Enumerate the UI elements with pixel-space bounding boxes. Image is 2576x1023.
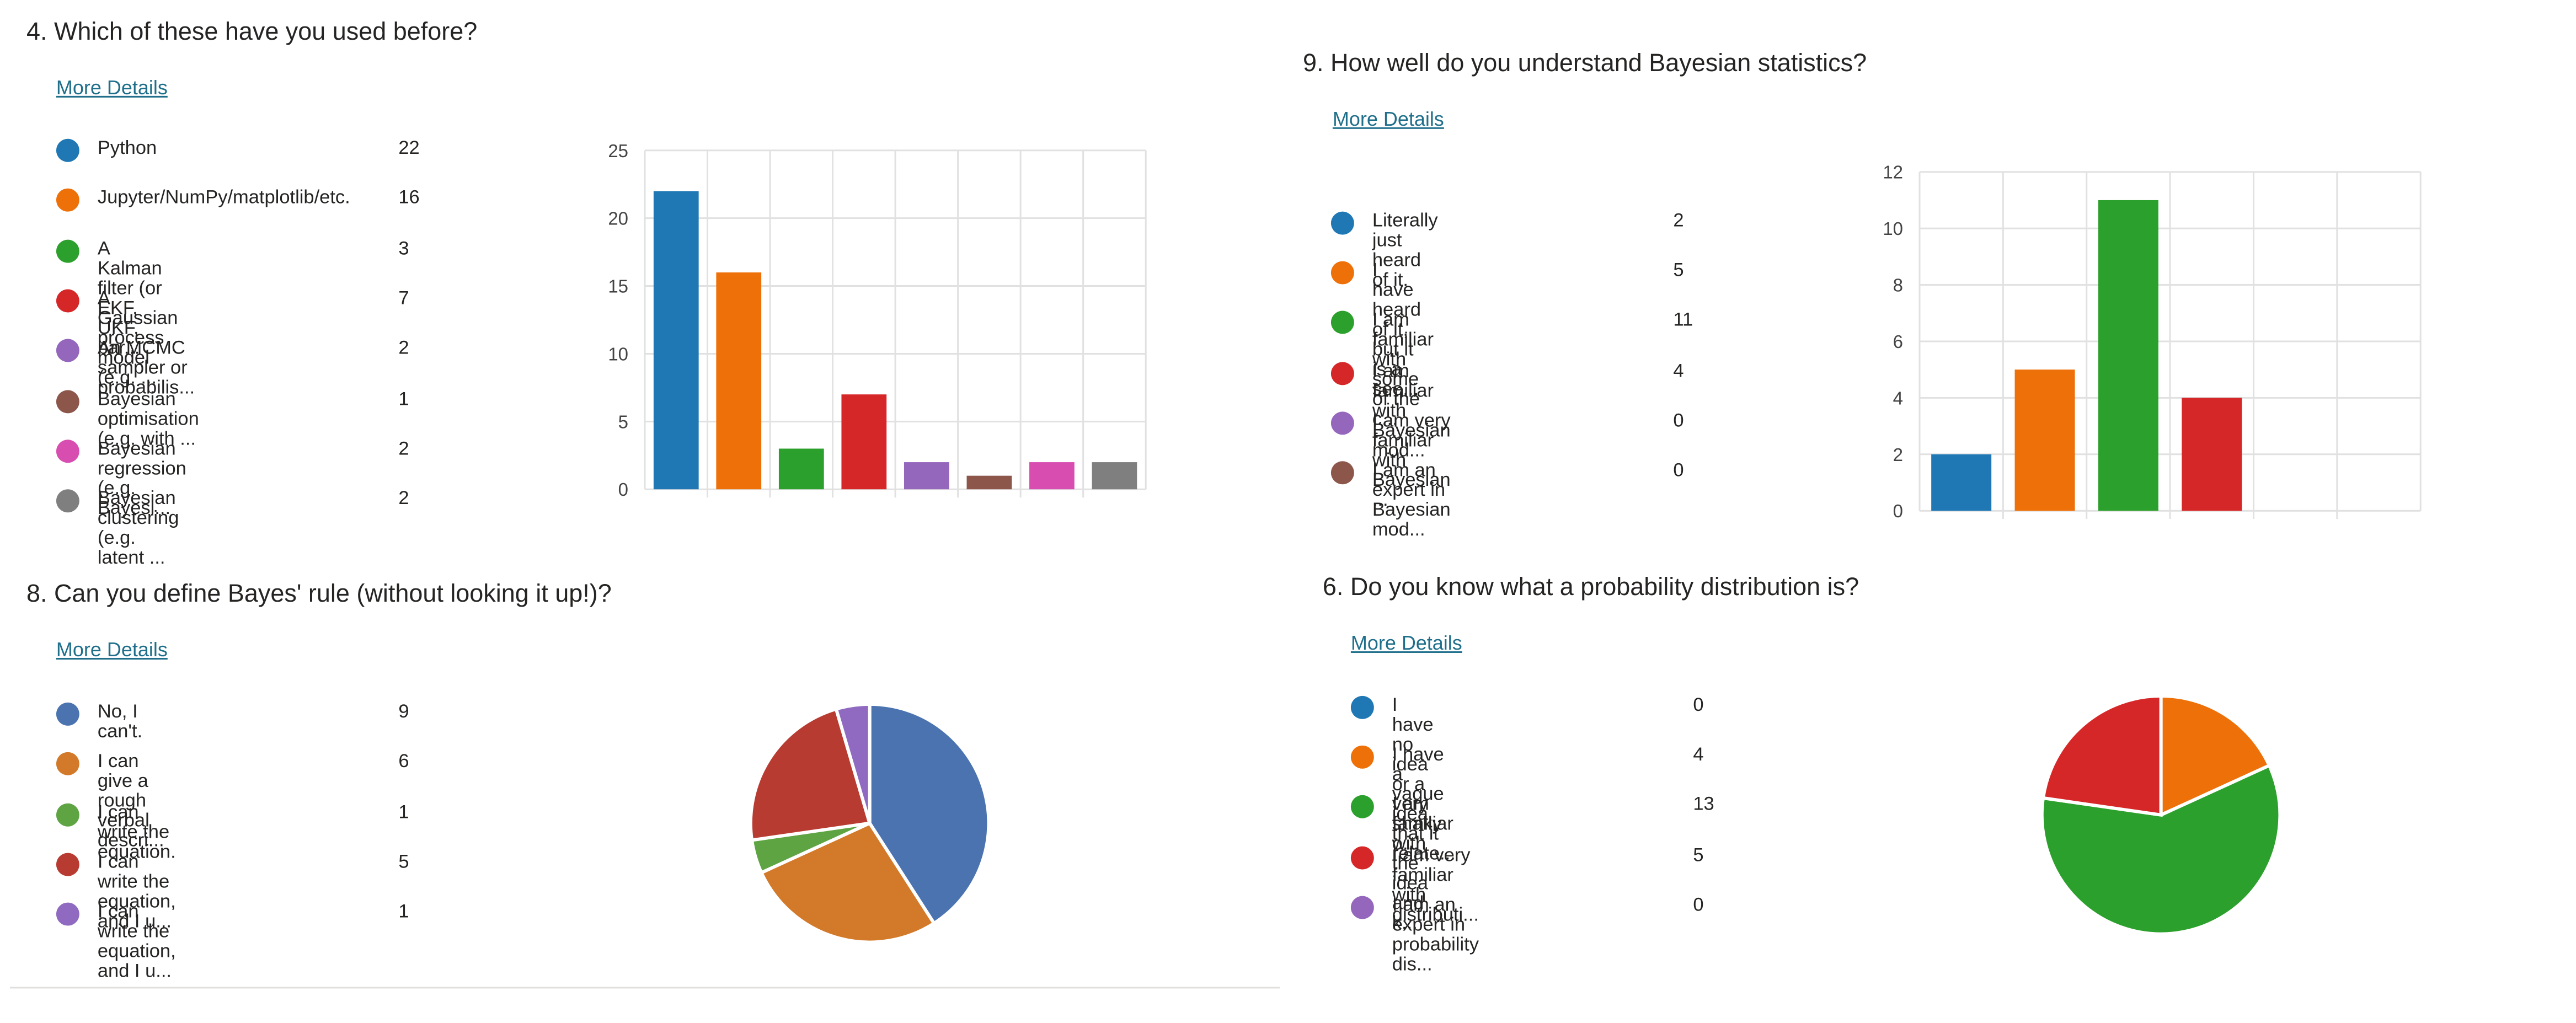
y-tick-label: 0: [618, 479, 628, 500]
legend-swatch: [1350, 746, 1374, 769]
legend-swatch: [56, 853, 79, 876]
legend-label: Bayesian clustering (e.g. latent ...: [97, 489, 179, 569]
legend-count: 0: [1673, 411, 1684, 431]
y-tick-label: 0: [1893, 501, 1903, 521]
legend-count: 2: [398, 439, 409, 459]
legend-swatch: [1330, 211, 1354, 235]
bar[interactable]: [2098, 200, 2158, 511]
legend-swatch: [56, 489, 79, 513]
legend-count: 9: [398, 702, 409, 722]
bar[interactable]: [1029, 462, 1075, 490]
question-6-title: 6. Do you know what a probability distri…: [1322, 574, 1859, 602]
legend-swatch: [1330, 411, 1354, 435]
legend-swatch: [56, 138, 79, 162]
bar[interactable]: [966, 475, 1012, 490]
legend-swatch: [56, 389, 79, 413]
legend-count: 0: [1673, 461, 1684, 481]
legend-swatch: [56, 752, 79, 776]
legend-label: Python: [97, 138, 157, 159]
bar[interactable]: [904, 462, 949, 490]
legend-count: 16: [398, 189, 420, 209]
legend-label: I can write the equation, and I u...: [97, 903, 176, 983]
y-tick-label: 10: [608, 344, 628, 364]
legend-label: I am an expert in probability dis...: [1392, 895, 1479, 975]
legend-count: 4: [1693, 746, 1704, 766]
legend-count: 22: [398, 138, 420, 159]
section-divider: [9, 987, 1280, 989]
legend-swatch: [1330, 311, 1354, 335]
legend-count: 3: [398, 239, 409, 259]
question-4-bar-chart: 0 5 10 15 20 25: [608, 141, 1147, 500]
legend-swatch: [56, 339, 79, 362]
legend-count: 5: [398, 853, 409, 873]
question-4-title: 4. Which of these have you used before?: [26, 18, 478, 46]
legend-count: 7: [398, 289, 409, 309]
bar[interactable]: [2014, 369, 2075, 511]
legend-count: 5: [1673, 261, 1684, 282]
legend-swatch: [56, 702, 79, 726]
legend-swatch: [1330, 261, 1354, 285]
legend-count: 1: [398, 903, 409, 923]
legend-count: 6: [398, 752, 409, 773]
legend-count: 13: [1693, 795, 1714, 816]
bar[interactable]: [653, 191, 699, 490]
legend-count: 0: [1693, 695, 1704, 716]
legend-swatch: [56, 802, 79, 826]
legend-count: 2: [1673, 211, 1684, 232]
question-6-pie-chart: [2040, 694, 2282, 936]
pie-slice[interactable]: [2041, 694, 2163, 817]
legend-swatch: [1330, 361, 1354, 385]
legend-label: No, I can't.: [97, 702, 143, 742]
bar[interactable]: [841, 394, 887, 490]
y-tick-label: 12: [1883, 162, 1903, 183]
y-tick-label: 8: [1893, 275, 1903, 296]
y-tick-label: 6: [1893, 331, 1903, 352]
question-8-title: 8. Can you define Bayes' rule (without l…: [26, 580, 612, 609]
legend-count: 1: [398, 389, 409, 409]
question-8-pie-chart: [749, 702, 991, 944]
y-tick-label: 15: [608, 276, 628, 297]
legend-count: 2: [398, 339, 409, 359]
legend-swatch: [56, 439, 79, 463]
bar[interactable]: [1092, 462, 1137, 490]
legend-swatch: [1350, 895, 1374, 919]
legend-swatch: [1350, 845, 1374, 869]
y-tick-label: 5: [618, 411, 628, 432]
y-tick-label: 25: [608, 141, 628, 161]
bar[interactable]: [716, 272, 762, 490]
bar[interactable]: [2182, 398, 2242, 511]
legend-count: 2: [398, 489, 409, 510]
question-9-more-details-link[interactable]: More Details: [1333, 108, 1444, 131]
question-8-more-details-link[interactable]: More Details: [56, 638, 168, 661]
y-tick-label: 20: [608, 208, 628, 229]
legend-swatch: [1350, 695, 1374, 719]
legend-swatch: [56, 239, 79, 263]
legend-count: 0: [1693, 895, 1704, 915]
legend-swatch: [1330, 461, 1354, 485]
y-tick-label: 10: [1883, 218, 1903, 239]
legend-label: I am an expert in Bayesian mod...: [1372, 461, 1451, 541]
y-tick-label: 2: [1893, 444, 1903, 465]
bar[interactable]: [778, 448, 824, 490]
question-9-bar-chart: 0 2 4 6 8 10 12: [1883, 162, 2422, 521]
legend-swatch: [56, 289, 79, 313]
bar[interactable]: [1931, 454, 1992, 511]
legend-count: 1: [398, 802, 409, 823]
legend-swatch: [1350, 795, 1374, 819]
legend-count: 11: [1673, 311, 1693, 331]
question-4-more-details-link[interactable]: More Details: [56, 76, 168, 99]
question-9-title: 9. How well do you understand Bayesian s…: [1302, 49, 1867, 78]
legend-swatch: [56, 189, 79, 212]
legend-count: 5: [1693, 845, 1704, 866]
legend-count: 4: [1673, 361, 1684, 382]
question-6-more-details-link[interactable]: More Details: [1351, 631, 1462, 655]
y-tick-label: 4: [1893, 388, 1903, 408]
legend-label: Jupyter/NumPy/matplotlib/etc.: [97, 189, 350, 209]
legend-swatch: [56, 903, 79, 926]
